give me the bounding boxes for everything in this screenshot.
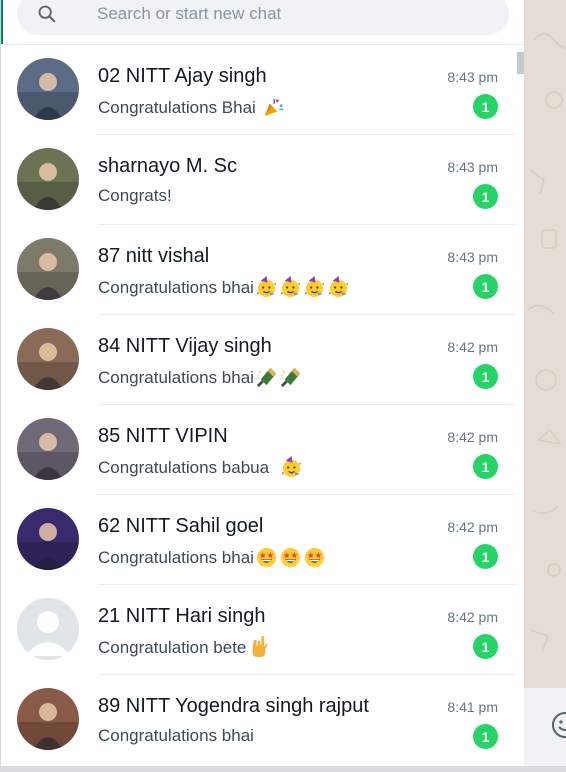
chat-row-body: 02 NITT Ajay singh 8:43 pm Congratulations… bbox=[98, 45, 517, 135]
message-preview-text: Congratulations bhai bbox=[98, 277, 254, 297]
chat-row-body: 62 NITT Sahil goel 8:42 pm Congratulations… bbox=[98, 495, 517, 585]
chat-row[interactable]: 89 NITT Yogendra singh rajput 8:41 pm Cong… bbox=[1, 675, 517, 765]
chat-row-body: 87 nitt vishal 8:43 pm Congratulations bha… bbox=[98, 225, 517, 315]
partying-face-icon bbox=[279, 276, 302, 299]
champagne-icon bbox=[255, 366, 278, 389]
contact-name: 21 NITT Hari singh bbox=[98, 605, 266, 627]
unread-badge: 1 bbox=[473, 634, 498, 659]
emoji-group bbox=[279, 456, 303, 479]
emoji-icon[interactable] bbox=[550, 710, 566, 745]
window-bottom-edge bbox=[0, 766, 566, 772]
message-preview-text: Congratulation bete bbox=[98, 637, 247, 657]
party-popper-icon bbox=[262, 96, 285, 119]
contact-name: sharnayo M. Sc bbox=[98, 155, 237, 177]
search-bar bbox=[1, 0, 524, 45]
message-preview: Congratulation bete bbox=[98, 636, 270, 659]
avatar[interactable] bbox=[17, 238, 79, 300]
star-struck-icon bbox=[279, 546, 302, 569]
chat-row[interactable]: 84 NITT Vijay singh 8:42 pm Congratulation… bbox=[1, 315, 517, 405]
chat-list-panel: 02 NITT Ajay singh 8:43 pm Congratulations… bbox=[0, 0, 524, 766]
message-time: 8:41 pm bbox=[447, 699, 498, 715]
contact-name: 02 NITT Ajay singh bbox=[98, 65, 267, 87]
message-time: 8:43 pm bbox=[447, 69, 498, 85]
chat-row[interactable]: 85 NITT VIPIN 8:42 pm Congratulations babu… bbox=[1, 405, 517, 495]
unread-badge: 1 bbox=[473, 184, 498, 209]
avatar[interactable] bbox=[17, 418, 79, 480]
message-preview: Congratulations bhai bbox=[98, 726, 254, 746]
message-preview-text: Congratulations babua bbox=[98, 457, 279, 477]
chat-rows: 02 NITT Ajay singh 8:43 pm Congratulations… bbox=[1, 45, 517, 765]
emoji-group bbox=[254, 366, 302, 389]
contact-name: 62 NITT Sahil goel bbox=[98, 515, 264, 537]
unread-badge: 1 bbox=[473, 454, 498, 479]
contact-name: 87 nitt vishal bbox=[98, 245, 210, 267]
message-time: 8:42 pm bbox=[447, 609, 498, 625]
contact-name: 84 NITT Vijay singh bbox=[98, 335, 272, 357]
partying-face-icon bbox=[303, 276, 326, 299]
star-struck-icon bbox=[255, 546, 278, 569]
message-preview: Congrats! bbox=[98, 186, 172, 206]
unread-badge: 1 bbox=[473, 364, 498, 389]
message-preview: Congratulations bhai bbox=[98, 276, 350, 299]
message-preview: Congratulations bhai bbox=[98, 366, 302, 389]
message-time: 8:42 pm bbox=[447, 519, 498, 535]
chat-row[interactable]: sharnayo M. Sc 8:43 pm Congrats! 1 bbox=[1, 135, 517, 225]
search-icon[interactable] bbox=[17, 3, 77, 25]
message-preview-text: Congratulations bhai bbox=[98, 726, 254, 745]
avatar[interactable] bbox=[17, 148, 79, 210]
message-preview: Congratulations babua bbox=[98, 456, 303, 479]
chat-row[interactable]: 02 NITT Ajay singh 8:43 pm Congratulations… bbox=[1, 45, 517, 135]
emoji-group bbox=[254, 276, 350, 299]
unread-badge: 1 bbox=[473, 544, 498, 569]
champagne-icon bbox=[279, 366, 302, 389]
message-time: 8:43 pm bbox=[447, 159, 498, 175]
emoji-group bbox=[254, 546, 326, 569]
partying-face-icon bbox=[327, 276, 350, 299]
chat-row-body: 21 NITT Hari singh 8:42 pm Congratulation … bbox=[98, 585, 517, 675]
conversation-background bbox=[524, 0, 566, 688]
chat-row-body: 84 NITT Vijay singh 8:42 pm Congratulation… bbox=[98, 315, 517, 405]
message-time: 8:42 pm bbox=[447, 339, 498, 355]
partying-face-icon bbox=[255, 276, 278, 299]
chat-row-body: sharnayo M. Sc 8:43 pm Congrats! 1 bbox=[98, 135, 517, 225]
message-preview-text: Congratulations Bhai bbox=[98, 97, 261, 117]
search-box[interactable] bbox=[17, 0, 509, 35]
avatar[interactable] bbox=[17, 688, 79, 750]
emoji-group bbox=[261, 96, 285, 119]
chat-row-body: 89 NITT Yogendra singh rajput 8:41 pm Cong… bbox=[98, 675, 517, 765]
partying-face-icon bbox=[280, 456, 303, 479]
chat-row[interactable]: 21 NITT Hari singh 8:42 pm Congratulation … bbox=[1, 585, 517, 675]
unread-badge: 1 bbox=[473, 274, 498, 299]
compose-bar bbox=[524, 688, 566, 766]
love-you-gesture-icon bbox=[247, 636, 270, 659]
chat-row-body: 85 NITT VIPIN 8:42 pm Congratulations babu… bbox=[98, 405, 517, 495]
message-preview: Congratulations Bhai bbox=[98, 96, 285, 119]
avatar[interactable] bbox=[17, 58, 79, 120]
avatar[interactable] bbox=[17, 328, 79, 390]
message-preview-text: Congratulations bhai bbox=[98, 547, 254, 567]
avatar[interactable] bbox=[17, 508, 79, 570]
contact-name: 89 NITT Yogendra singh rajput bbox=[98, 695, 369, 717]
chat-row[interactable]: 62 NITT Sahil goel 8:42 pm Congratulations… bbox=[1, 495, 517, 585]
message-time: 8:42 pm bbox=[447, 429, 498, 445]
message-time: 8:43 pm bbox=[447, 249, 498, 265]
message-preview: Congratulations bhai bbox=[98, 546, 326, 569]
star-struck-icon bbox=[303, 546, 326, 569]
default-avatar-icon[interactable] bbox=[17, 598, 79, 660]
search-input[interactable] bbox=[77, 3, 457, 24]
message-preview-text: Congrats! bbox=[98, 186, 172, 205]
unread-badge: 1 bbox=[473, 724, 498, 749]
scrollbar-thumb[interactable] bbox=[517, 52, 524, 74]
chat-row[interactable]: 87 nitt vishal 8:43 pm Congratulations bha… bbox=[1, 225, 517, 315]
contact-name: 85 NITT VIPIN bbox=[98, 425, 228, 447]
message-preview-text: Congratulations bhai bbox=[98, 367, 254, 387]
emoji-group bbox=[246, 636, 270, 659]
unread-badge: 1 bbox=[473, 94, 498, 119]
